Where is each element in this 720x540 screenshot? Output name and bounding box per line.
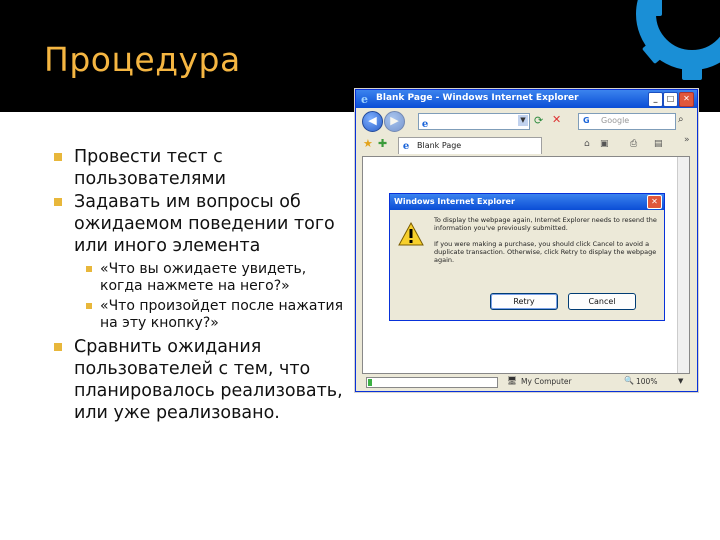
bullet-item: Провести тест с пользователями [54, 146, 344, 190]
retry-button[interactable]: Retry [490, 293, 558, 310]
dialog-titlebar: Windows Internet Explorer ✕ [390, 194, 664, 210]
sub-bullet-marker [86, 303, 92, 309]
sub-bullet-list: «Что вы ожидаете увидеть, когда нажмете … [74, 261, 344, 332]
zoom-dropdown-icon[interactable]: ▼ [678, 377, 683, 385]
computer-icon: 🖥 [507, 376, 518, 385]
zoom-level[interactable]: 100% [636, 377, 657, 386]
svg-text:e: e [361, 93, 368, 105]
bullet-item: Задавать им вопросы об ожидаемом поведен… [54, 191, 344, 332]
home-icon[interactable]: ⌂ [584, 139, 590, 149]
security-zone-label: My Computer [521, 377, 572, 386]
bullet-item: Сравнить ожидания пользователей с тем, ч… [54, 336, 344, 424]
maximize-button[interactable]: □ [663, 92, 678, 107]
feeds-icon[interactable]: ▣ [600, 139, 609, 149]
page-menu-icon[interactable]: ▤ [654, 139, 663, 149]
browser-window-screenshot: e Blank Page - Windows Internet Explorer… [355, 89, 698, 392]
window-titlebar: e Blank Page - Windows Internet Explorer… [356, 90, 697, 108]
tab-page-icon: e [402, 140, 413, 153]
close-button[interactable]: ✕ [679, 92, 694, 107]
bullet-list: Провести тест с пользователями Задавать … [54, 146, 344, 425]
toolbar-overflow-icon[interactable]: » [684, 135, 690, 145]
resend-dialog: Windows Internet Explorer ✕ To display t… [389, 193, 665, 321]
zoom-icon[interactable]: 🔍 [624, 376, 634, 385]
forward-button[interactable]: ▶ [384, 111, 405, 132]
dialog-message-2: If you were making a purchase, you shoul… [434, 240, 657, 264]
tab-blank-page[interactable]: e Blank Page [398, 137, 542, 154]
sub-bullet-item: «Что вы ожидаете увидеть, когда нажмете … [74, 261, 344, 295]
minimize-button[interactable]: _ [648, 92, 663, 107]
bullet-marker [54, 343, 62, 351]
dialog-title: Windows Internet Explorer [394, 197, 515, 206]
tab-bar: ★ ✚ e Blank Page ⌂ ▣ ⎙ ▤ » [356, 135, 697, 155]
add-favorite-icon[interactable]: ✚ [378, 137, 387, 150]
sub-bullet-text: «Что произойдет после нажатия на эту кно… [100, 298, 344, 331]
window-title: Blank Page - Windows Internet Explorer [376, 93, 579, 103]
bullet-marker [54, 153, 62, 161]
stop-icon[interactable]: ✕ [552, 113, 561, 126]
tab-label: Blank Page [417, 141, 462, 150]
search-provider-icon: G [583, 116, 590, 125]
warning-icon [398, 221, 424, 250]
progress-fill [368, 379, 372, 386]
bullet-text: Задавать им вопросы об ожидаемом поведен… [74, 192, 335, 256]
slide-title: Процедура [44, 40, 241, 79]
sub-bullet-text: «Что вы ожидаете увидеть, когда нажмете … [100, 261, 307, 294]
address-dropdown-icon[interactable]: ▼ [518, 115, 528, 126]
navigation-bar: ◀ ▶ e ▼ ⟳ ✕ G Google ⌕ [356, 109, 697, 134]
loading-progress-bar [366, 377, 498, 388]
dialog-message-1: To display the webpage again, Internet E… [434, 216, 657, 232]
svg-text:e: e [422, 119, 428, 129]
status-bar: 🖥 My Computer 🔍 100% ▼ [356, 373, 697, 390]
favorites-star-icon[interactable]: ★ [363, 137, 373, 150]
bullet-text: Провести тест с пользователями [74, 147, 226, 189]
search-input[interactable]: G Google [578, 113, 676, 130]
cancel-button[interactable]: Cancel [568, 293, 636, 310]
bullet-text: Сравнить ожидания пользователей с тем, ч… [74, 337, 343, 423]
address-bar[interactable]: e ▼ [418, 113, 530, 130]
sub-bullet-item: «Что произойдет после нажатия на эту кно… [74, 298, 344, 332]
svg-text:e: e [403, 141, 409, 151]
slide: Процедура Провести тест с пользователями… [0, 0, 720, 540]
search-icon[interactable]: ⌕ [678, 114, 684, 125]
vertical-scrollbar[interactable] [677, 157, 689, 373]
page-icon: e [421, 114, 432, 133]
print-icon[interactable]: ⎙ [630, 139, 637, 149]
gear-icon [636, 0, 720, 80]
dialog-close-button[interactable]: ✕ [647, 195, 662, 209]
ie-logo-icon: e [360, 93, 372, 108]
bullet-marker [54, 198, 62, 206]
search-placeholder: Google [601, 116, 630, 125]
refresh-icon[interactable]: ⟳ [534, 114, 543, 127]
sub-bullet-marker [86, 266, 92, 272]
back-button[interactable]: ◀ [362, 111, 383, 132]
